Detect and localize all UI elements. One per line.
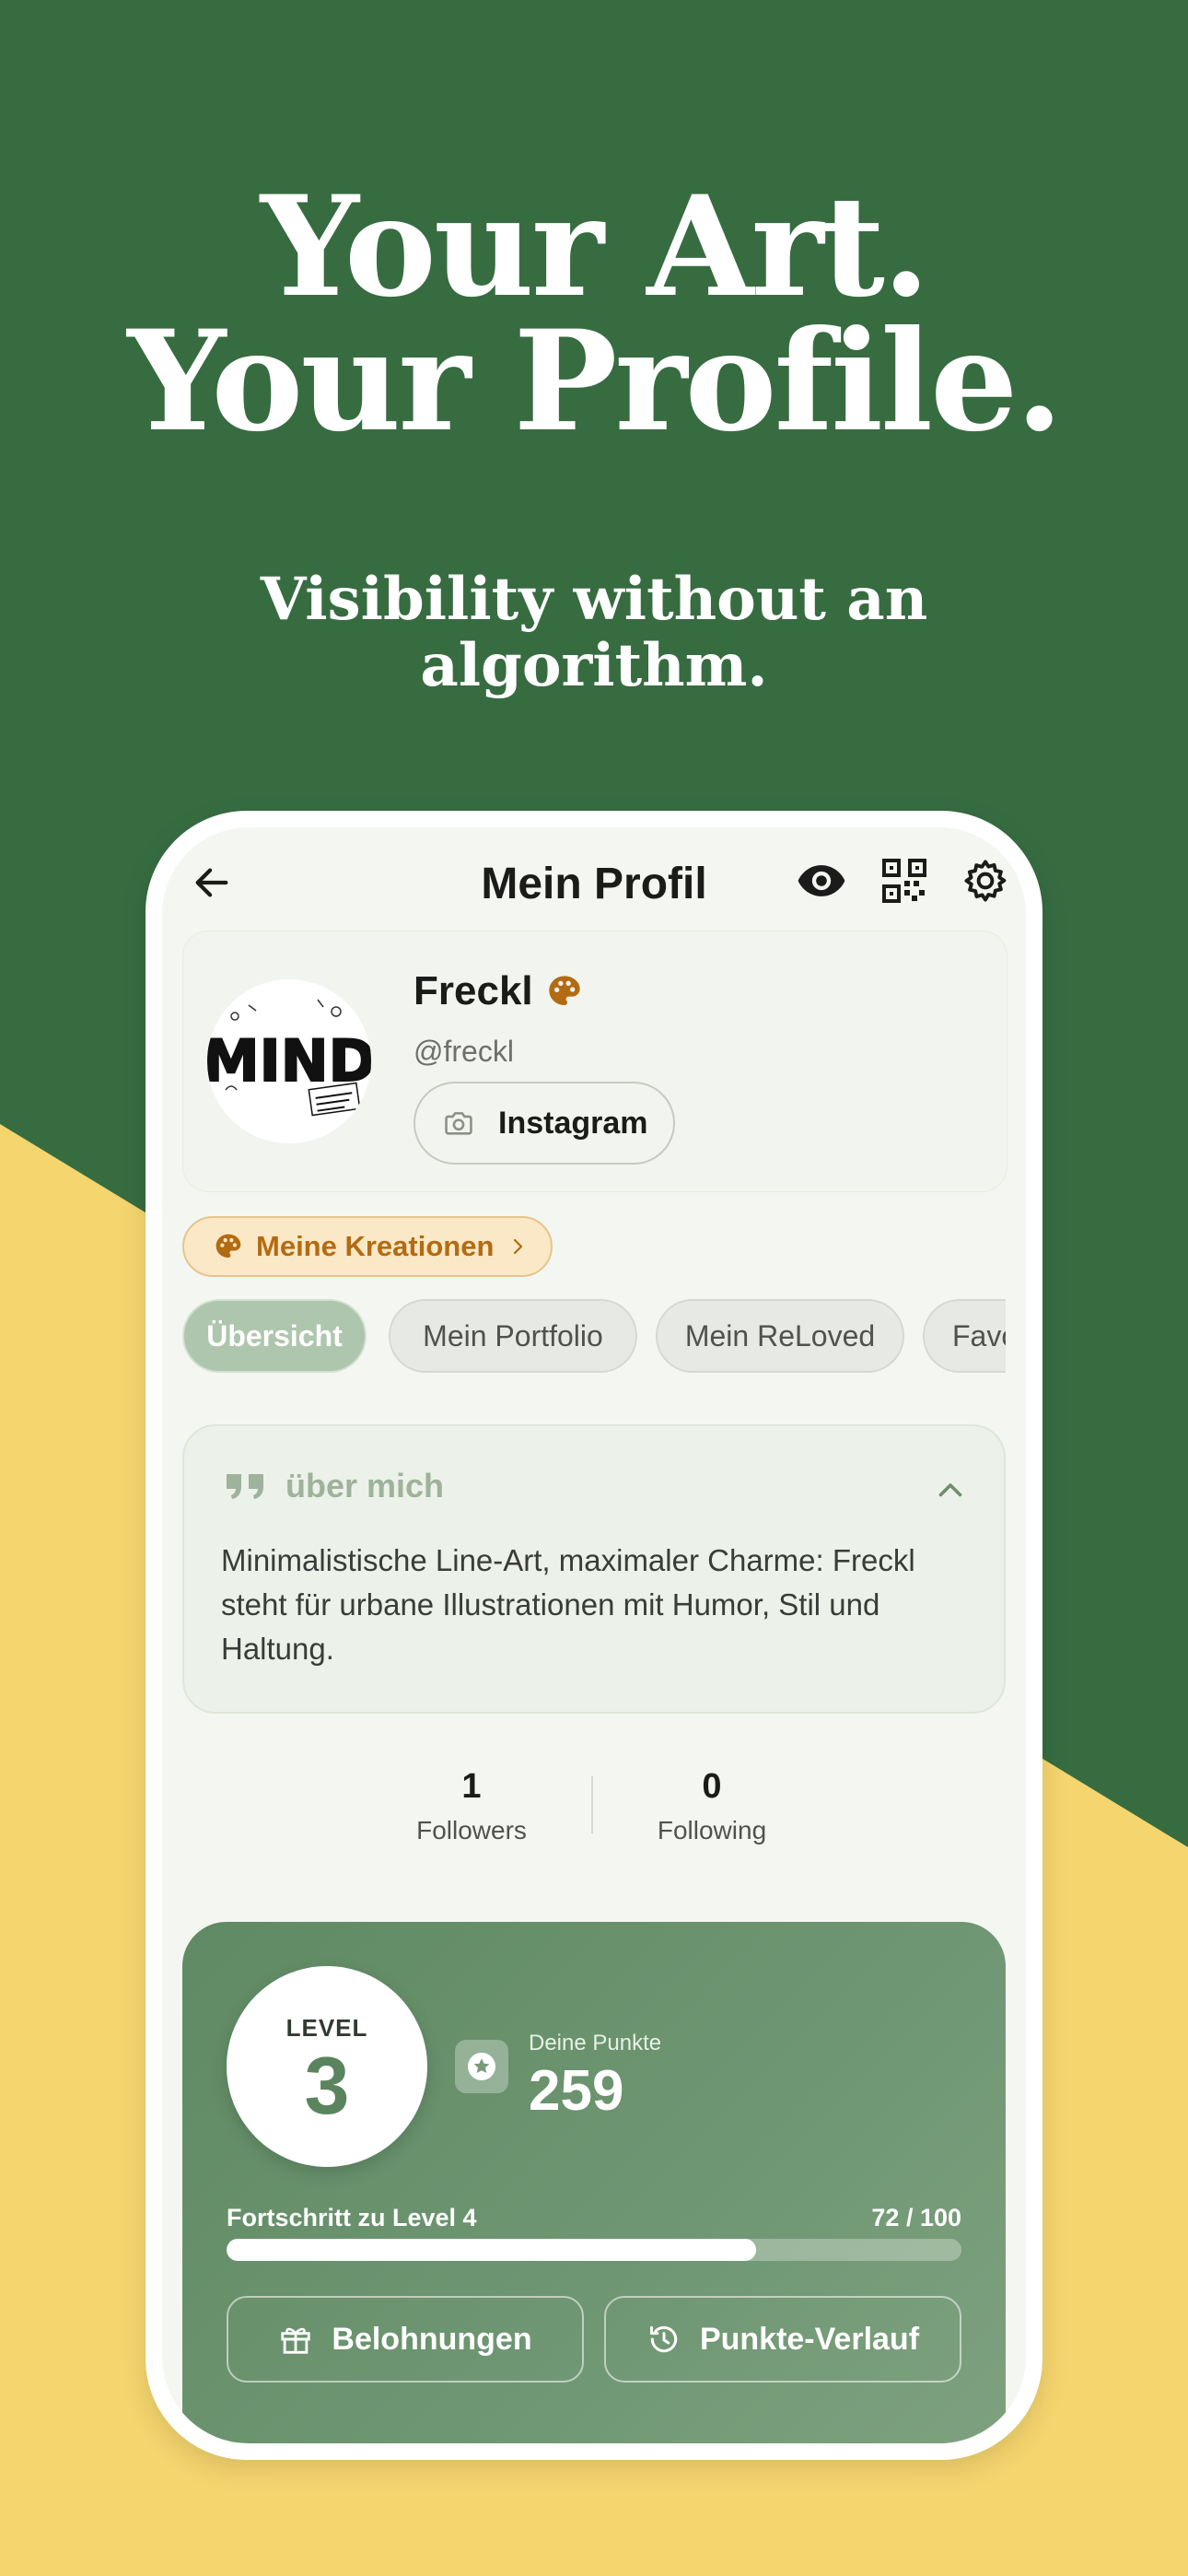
points-star-badge	[455, 2040, 508, 2093]
top-app-bar: Mein Profil	[162, 827, 1026, 938]
about-me-text: Minimalistische Line-Art, maximaler Char…	[221, 1543, 915, 1666]
rewards-button[interactable]: Belohnungen	[227, 2296, 584, 2383]
phone-frame: Mein Profil MIND Freckl @freckl Instagra…	[146, 811, 1042, 2460]
subline-line-1: Visibility without an	[260, 565, 928, 634]
points-value: 259	[529, 2059, 624, 2123]
qr-code-button[interactable]	[875, 851, 934, 910]
tab-reloved[interactable]: Mein ReLoved	[656, 1299, 904, 1373]
following-label: Following	[657, 1816, 767, 1844]
gift-icon	[281, 2327, 311, 2354]
follow-stats: 1 Followers 0 Following	[162, 1767, 1026, 1859]
settings-button[interactable]	[956, 851, 1015, 910]
gear-icon	[964, 860, 1007, 902]
tab-portfolio[interactable]: Mein Portfolio	[389, 1299, 637, 1373]
following-count: 0	[702, 1767, 722, 1806]
profile-name-text: Freckl	[413, 968, 533, 1013]
points-history-label: Punkte-Verlauf	[699, 2321, 920, 2357]
profile-handle: @freckl	[413, 1035, 514, 1068]
preview-button[interactable]	[792, 851, 851, 910]
my-creations-chip[interactable]: Meine Kreationen	[182, 1216, 553, 1277]
following-stat[interactable]: 0 Following	[620, 1767, 804, 1845]
camera-icon	[445, 1112, 472, 1135]
chevron-up-icon	[938, 1483, 962, 1497]
instagram-button-label: Instagram	[498, 1105, 648, 1141]
about-me-header[interactable]: über mich	[225, 1467, 444, 1505]
followers-stat[interactable]: 1 Followers	[379, 1767, 564, 1845]
about-me-card: über mich Minimalistische Line-Art, maxi…	[182, 1424, 1006, 1714]
app-screen: Mein Profil MIND Freckl @freckl Instagra…	[162, 827, 1026, 2443]
level-badge: LEVEL 3	[227, 1966, 427, 2167]
points-label: Deine Punkte	[529, 2031, 662, 2055]
tab-favorites[interactable]: Favo	[923, 1299, 1006, 1373]
avatar[interactable]: MIND	[207, 979, 371, 1143]
instagram-button[interactable]: Instagram	[413, 1082, 675, 1165]
stats-divider	[591, 1776, 593, 1833]
subline-line-2: algorithm.	[420, 631, 768, 700]
progress-value: 72 / 100	[871, 2204, 961, 2231]
qr-code-icon	[882, 859, 926, 903]
quote-icon	[227, 1474, 263, 1499]
level-progress-bar	[227, 2239, 961, 2261]
followers-count: 1	[461, 1767, 482, 1806]
rewards-label: Belohnungen	[332, 2321, 532, 2357]
headline-line-2: Your Profile.	[127, 300, 1063, 463]
chevron-right-icon	[514, 1238, 523, 1255]
followers-label: Followers	[416, 1816, 527, 1844]
profile-card: MIND Freckl @freckl Instagram	[182, 931, 1007, 1192]
level-label: LEVEL	[285, 2014, 368, 2042]
my-creations-label: Meine Kreationen	[256, 1230, 495, 1262]
headline-line-1: Your Art.	[260, 166, 930, 328]
promo-headline: Your Art. Your Profile.	[0, 166, 1188, 463]
collapse-button[interactable]	[934, 1474, 967, 1512]
history-icon	[649, 2325, 678, 2353]
level-progress-fill	[227, 2239, 756, 2261]
star-icon	[468, 2053, 495, 2080]
profile-name: Freckl	[413, 968, 583, 1014]
tab-overview[interactable]: Übersicht	[182, 1299, 367, 1373]
level-number: 3	[304, 2040, 350, 2131]
palette-icon	[548, 976, 580, 1005]
avatar-artwork: MIND	[207, 999, 371, 1117]
points-history-button[interactable]: Punkte-Verlauf	[604, 2296, 961, 2383]
eye-icon	[798, 865, 845, 896]
level-card: LEVEL 3 Deine Punkte 259 Fortschritt zu …	[182, 1922, 1006, 2443]
progress-label: Fortschritt zu Level 4	[227, 2204, 477, 2231]
palette-icon	[215, 1234, 241, 1258]
promo-subline: Visibility without an algorithm.	[0, 567, 1188, 699]
about-me-title: über mich	[285, 1467, 445, 1505]
profile-tabs: Übersicht Mein Portfolio Mein ReLoved Fa…	[182, 1299, 1006, 1378]
